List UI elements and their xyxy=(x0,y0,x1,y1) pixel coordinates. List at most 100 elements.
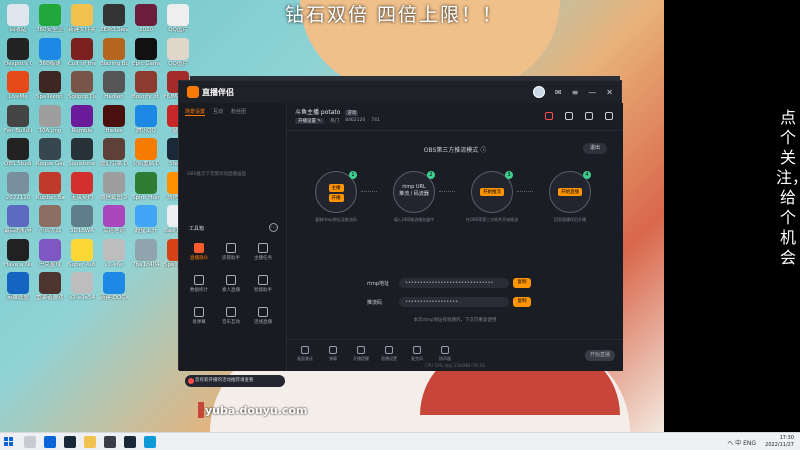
desktop-icon[interactable]: 巴克星球 xyxy=(36,238,64,268)
desktop-icon[interactable]: 360安全卫士 xyxy=(36,4,64,33)
obs-icon[interactable] xyxy=(104,436,116,448)
share-icon[interactable] xyxy=(565,112,573,120)
toolbox-item[interactable]: 房管助手 xyxy=(217,243,245,261)
desktop-icon[interactable]: 最后的机甲 xyxy=(4,205,32,234)
desktop-icon[interactable]: Rumble xyxy=(68,104,96,134)
desktop-icon[interactable]: Rubber Bandits xyxy=(36,171,64,201)
clock[interactable]: 17:30 2022/11/27 xyxy=(765,435,794,449)
desktop-icon[interactable]: 腾讯QQ xyxy=(132,104,160,134)
step-button[interactable]: 开始推流 xyxy=(480,188,504,196)
desktop-icon[interactable]: 新建 DOCX 文档 xyxy=(100,272,128,301)
desktop-icon[interactable]: Spellkeon Demonic xyxy=(36,71,64,100)
search-icon[interactable] xyxy=(24,436,36,448)
minimize-icon[interactable]: — xyxy=(588,88,596,97)
close-icon[interactable]: ✕ xyxy=(606,88,613,97)
step-button[interactable]: 主播 xyxy=(328,184,344,192)
desktop-icon[interactable]: Despot's Game xyxy=(4,37,32,67)
copy-rtmp-button[interactable]: 复制 xyxy=(513,278,531,288)
steam-icon[interactable] xyxy=(64,436,76,448)
gift-icon[interactable] xyxy=(545,112,553,120)
desktop-icon[interactable]: 2022110 xyxy=(4,171,32,201)
danmaku-button[interactable]: 弹幕 xyxy=(321,346,345,362)
step-button[interactable]: 开播 xyxy=(328,194,344,202)
desktop-icon[interactable]: Hades xyxy=(100,104,128,134)
desktop-icon[interactable]: Blazing Books xyxy=(100,37,128,67)
step-number: 1 xyxy=(349,171,357,179)
stream-key-field[interactable]: •••••••••••••••••• xyxy=(399,297,509,307)
desktop-icon[interactable]: 超星上升 xyxy=(132,205,160,234)
desktop-icon[interactable]: Have a Nice Death xyxy=(4,238,32,268)
toolbox-item[interactable]: 连线直播 xyxy=(249,307,277,325)
desktop-icon[interactable]: Epic Games Launcher xyxy=(132,37,160,67)
toolbox-item[interactable]: 音乐互动 xyxy=(217,307,245,325)
desktop-icon[interactable]: Soulstone Survivors xyxy=(68,138,96,167)
tool-icon xyxy=(226,243,236,253)
menu-icon[interactable]: ≡ xyxy=(572,88,579,97)
desktop-icon[interactable]: Rogue Genesia xyxy=(36,138,64,167)
remind-button[interactable]: 开播提醒 xyxy=(349,346,373,362)
tab-interact[interactable]: 互动 xyxy=(213,108,223,116)
copy-key-button[interactable]: 复制 xyxy=(513,297,531,307)
app-icon[interactable] xyxy=(144,436,156,448)
desktop-icon[interactable]: 微信截图 2022 xyxy=(100,171,128,201)
desktop-icon[interactable]: Hadlen xyxy=(100,71,128,100)
desktop-icon[interactable]: v2-e9e54 xyxy=(68,272,96,301)
notice-bar[interactable]: 您有新开播的活动推荐请查看 xyxy=(185,375,285,387)
mail-icon[interactable]: ✉ xyxy=(555,88,562,97)
desktop-icon[interactable]: QQ图片 xyxy=(164,4,192,33)
desktop-icon[interactable]: Solipop Demo xyxy=(68,71,96,100)
toolbox-item[interactable]: 素人直播 xyxy=(217,275,245,293)
toolbox-item[interactable]: 数据统计 xyxy=(185,275,213,293)
step-button[interactable]: 开始直播 xyxy=(558,188,582,196)
toolbox-item[interactable]: 主播任务 xyxy=(249,243,277,261)
mic-button[interactable]: 麦克风 xyxy=(405,346,429,362)
desktop-icon[interactable]: Bounty of One xyxy=(132,71,160,100)
tray-icons[interactable]: ヘ 中 ENG xyxy=(727,438,756,447)
desktop-icon[interactable]: 360极速 xyxy=(36,37,64,67)
desktop-icon[interactable]: LiveMe xyxy=(4,71,32,100)
desktop-icon-label: 腾讯QQ xyxy=(136,127,156,134)
exit-button[interactable]: 退出 xyxy=(583,143,607,154)
desktop-icon[interactable]: 英雄联盟 xyxy=(4,272,32,301)
toolbox-item[interactable]: 直播观众 xyxy=(185,243,213,261)
app-icon xyxy=(7,205,29,227)
avatar[interactable] xyxy=(532,86,545,98)
desktop-icon[interactable]: 小鸡大战 xyxy=(36,205,64,234)
desktop-icon[interactable]: 虚幻引擎 Demo xyxy=(100,138,128,167)
desktop-icon[interactable]: 火焰重启 Demo xyxy=(132,138,160,167)
desktop-icon[interactable]: OBS Studio xyxy=(4,138,32,167)
tab-scene[interactable]: 场景设置 xyxy=(185,108,206,116)
speaker-button[interactable]: 扬声器 xyxy=(433,346,457,362)
explorer-icon[interactable] xyxy=(84,436,96,448)
desktop-icon[interactable]: Super Auto Pets xyxy=(68,238,96,268)
rtmp-field[interactable]: •••••••••••••••••••••••••••••• xyxy=(399,278,509,288)
start-button[interactable] xyxy=(4,437,14,447)
settings-icon[interactable] xyxy=(605,112,613,120)
bell-icon[interactable] xyxy=(585,112,593,120)
desktop-icon[interactable]: 重装者游戏 Demo xyxy=(36,272,64,301)
tab-fans[interactable]: 粉丝团 xyxy=(231,108,246,116)
desktop-icon[interactable]: QQ图片 xyxy=(164,37,192,67)
desktop-icon[interactable]: 无畏契约 xyxy=(68,171,96,201)
desktop-icon[interactable]: 新建文件夹 xyxy=(68,4,96,33)
live-settings-button[interactable]: 直播设置 xyxy=(377,346,401,362)
desktop-icon[interactable]: 10A.png xyxy=(36,104,64,134)
desktop-icon[interactable]: 幸运地道 xyxy=(100,205,128,234)
desktop-icon[interactable]: 2020 xyxy=(132,4,160,33)
desktop-icon[interactable]: Cult of the Lamb xyxy=(68,37,96,67)
desktop-icon[interactable]: 回收站 xyxy=(4,4,32,33)
edge-icon[interactable] xyxy=(44,436,56,448)
desktop-icon[interactable]: Fan Build Pearl xyxy=(4,104,32,134)
desktop-icon[interactable]: 7be1c404 xyxy=(132,238,160,268)
toolbox-more-button[interactable]: ⋯ xyxy=(269,223,278,232)
toolbox-item[interactable]: 发弹幕 xyxy=(185,307,213,325)
toolbox-item[interactable]: 智能助手 xyxy=(249,275,277,293)
desktop-icon[interactable]: Spirit Hunter xyxy=(132,171,160,201)
desktop-icon[interactable]: ZERO Sievert xyxy=(100,4,128,33)
desktop-icon[interactable]: 3D1BWR xyxy=(68,205,96,234)
start-live-button[interactable]: 开始直播 xyxy=(585,350,615,361)
beauty-button[interactable]: 画面美化 xyxy=(293,346,317,362)
steam-icon[interactable] xyxy=(124,436,136,448)
desktop-icon[interactable]: v2-e6e xyxy=(100,238,128,268)
room-settings-button[interactable]: 开播设置 ✎ xyxy=(295,118,325,124)
